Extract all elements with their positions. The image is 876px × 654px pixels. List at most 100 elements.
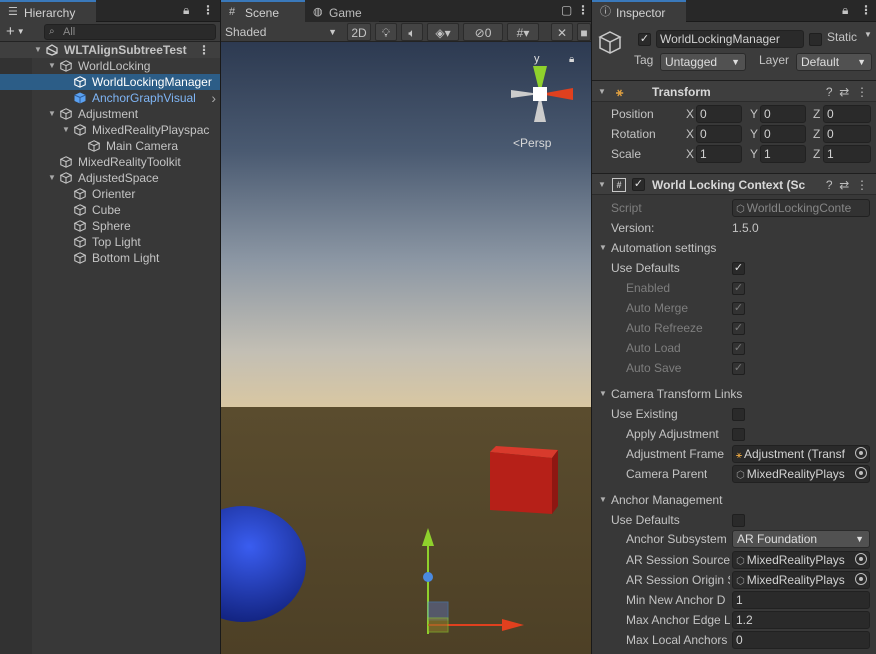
hierarchy-item[interactable]: Cube	[0, 202, 220, 218]
active-checkbox[interactable]: ✓	[638, 33, 651, 46]
more-menu-icon[interactable]: ⋮	[860, 3, 872, 17]
tab-inspector[interactable]: ⓘ Inspector	[592, 0, 686, 22]
add-object-button[interactable]: + ▼	[6, 22, 25, 43]
max-local-anchors-field[interactable]: 0	[732, 631, 870, 649]
hierarchy-item[interactable]: ▼ WorldLocking	[0, 58, 220, 74]
projection-toggle[interactable]: <Persp	[513, 136, 551, 150]
tools-icon[interactable]: ✕	[551, 23, 573, 41]
hierarchy-search-input[interactable]: ⌕ All	[44, 24, 216, 40]
transform-position-z-input[interactable]: 0	[823, 105, 871, 123]
fold-down-icon[interactable]: ▼	[599, 384, 607, 404]
tab-hierarchy[interactable]: ☰ Hierarchy	[0, 0, 96, 22]
presets-icon[interactable]: ⇄	[839, 178, 849, 192]
hierarchy-item[interactable]: Sphere	[0, 218, 220, 234]
fold-down-icon[interactable]: ▼	[48, 58, 58, 74]
component-enabled-checkbox[interactable]: ✓	[632, 178, 645, 191]
transform-position-x-input[interactable]: 0	[696, 105, 742, 123]
help-icon[interactable]: ?	[826, 178, 833, 192]
anchor-subsystem-dropdown[interactable]: AR Foundation ▼	[732, 530, 870, 548]
open-prefab-arrow-icon[interactable]: ›	[211, 90, 216, 106]
hierarchy-item[interactable]: ▼ AdjustedSpace	[0, 170, 220, 186]
transform-rotation-x-input[interactable]: 0	[696, 125, 742, 143]
anchor-management-row[interactable]: ▼ Anchor Management	[592, 490, 876, 510]
max-anchor-edge-length-field[interactable]: 1.2	[732, 611, 870, 629]
world-locking-context-header[interactable]: ▼ # ✓ World Locking Context (Sc ? ⇄ ⋮	[592, 173, 876, 195]
hierarchy-item[interactable]: WorldLockingManager	[0, 74, 220, 90]
scene-viewport[interactable]: y 🔒︎ <Persp	[221, 42, 591, 654]
script-icon: #	[612, 178, 626, 192]
static-checkbox[interactable]	[809, 33, 822, 46]
hidden-objects-toggle[interactable]: ⊘0	[463, 23, 503, 41]
fold-down-icon[interactable]: ▼	[599, 238, 607, 258]
transform-scale-x-input[interactable]: 1	[696, 145, 742, 163]
object-picker-icon[interactable]	[855, 573, 867, 585]
tab-game[interactable]: ◍ Game	[305, 0, 379, 22]
use-defaults-checkbox[interactable]: ✓	[732, 262, 745, 275]
object-picker-icon[interactable]	[855, 553, 867, 565]
viewport-lock-icon[interactable]: 🔒︎	[569, 54, 574, 65]
more-menu-icon[interactable]: ⋮	[856, 178, 868, 192]
hierarchy-item[interactable]: Orienter	[0, 186, 220, 202]
fold-down-icon[interactable]: ▼	[599, 490, 607, 510]
sphere-object[interactable]	[221, 502, 311, 627]
fold-down-icon[interactable]: ▼	[48, 106, 58, 122]
automation-settings-row[interactable]: ▼ Automation settings	[592, 238, 876, 258]
chevron-down-icon[interactable]: ▼	[864, 30, 872, 39]
transform-position-y-input[interactable]: 0	[760, 105, 806, 123]
transform-scale-z-input[interactable]: 1	[823, 145, 871, 163]
fold-down-icon[interactable]: ▼	[62, 122, 72, 138]
adjustment-frame-field[interactable]: ⚹ Adjustment (Transf	[732, 445, 870, 463]
use-existing-checkbox[interactable]	[732, 408, 745, 421]
hierarchy-item[interactable]: Top Light	[0, 234, 220, 250]
grid-snap-icon[interactable]: #▾	[507, 23, 539, 41]
camera-transform-links-row[interactable]: ▼ Camera Transform Links	[592, 384, 876, 404]
hierarchy-item[interactable]: ▼ MixedRealityPlayspac	[0, 122, 220, 138]
presets-icon[interactable]: ⇄	[839, 85, 849, 99]
camera-settings-icon[interactable]: ■	[577, 23, 591, 41]
hierarchy-item[interactable]: ▼ Adjustment	[0, 106, 220, 122]
max-local-anchors-label: Max Local Anchors	[626, 633, 728, 647]
maximize-icon[interactable]: ▢	[561, 3, 572, 17]
transform-component-header[interactable]: ▼ ⚹ Transform ? ⇄ ⋮	[592, 80, 876, 102]
object-picker-icon[interactable]	[855, 447, 867, 459]
more-menu-icon[interactable]: ⋮	[198, 42, 210, 58]
fold-down-icon[interactable]: ▼	[34, 42, 44, 58]
tab-scene[interactable]: # Scene	[221, 0, 305, 22]
move-gizmo[interactable]	[416, 522, 536, 642]
hierarchy-item[interactable]: Main Camera	[0, 138, 220, 154]
more-menu-icon[interactable]: ⋮	[856, 85, 868, 99]
help-icon[interactable]: ?	[826, 85, 833, 99]
hierarchy-item[interactable]: Bottom Light	[0, 250, 220, 266]
effects-toggle-icon[interactable]: ◈▾	[427, 23, 459, 41]
fold-down-icon[interactable]: ▼	[48, 170, 58, 186]
hierarchy-item[interactable]: MixedRealityToolkit	[0, 154, 220, 170]
ar-session-source-field[interactable]: ⬡ MixedRealityPlays	[732, 551, 870, 569]
more-menu-icon[interactable]: ⋮	[202, 3, 214, 17]
object-picker-icon[interactable]	[855, 467, 867, 479]
shading-mode-dropdown[interactable]: Shaded ▼	[223, 23, 341, 41]
tag-dropdown[interactable]: Untagged ▼	[660, 53, 746, 71]
transform-icon: ⚹	[616, 85, 624, 99]
more-menu-icon[interactable]: ⋮	[577, 3, 589, 17]
lighting-toggle-icon[interactable]: 💡︎	[375, 23, 397, 41]
ar-session-origin-field[interactable]: ⬡ MixedRealityPlays	[732, 571, 870, 589]
layer-dropdown[interactable]: Default ▼	[796, 53, 872, 71]
transform-rotation-z-input[interactable]: 0	[823, 125, 871, 143]
tab-game-label: Game	[329, 6, 362, 20]
min-new-anchor-distance-field[interactable]: 1	[732, 591, 870, 609]
cube-object[interactable]	[486, 442, 561, 517]
orientation-gizmo[interactable]: y	[507, 50, 577, 130]
list-icon: ☰	[8, 6, 18, 18]
audio-toggle-icon[interactable]: 🔈︎	[401, 23, 423, 41]
scene-root-row[interactable]: ▼ WLTAlignSubtreeTest ⋮	[0, 42, 220, 58]
2d-toggle-button[interactable]: 2D	[347, 23, 371, 41]
transform-rotation-y-input[interactable]: 0	[760, 125, 806, 143]
camera-parent-field[interactable]: ⬡ MixedRealityPlays	[732, 465, 870, 483]
apply-adjustment-checkbox[interactable]	[732, 428, 745, 441]
transform-scale-y-input[interactable]: 1	[760, 145, 806, 163]
object-name-input[interactable]: WorldLockingManager	[656, 30, 804, 48]
lock-icon[interactable]: 🔒︎	[183, 3, 189, 18]
anchor-use-defaults-checkbox[interactable]	[732, 514, 745, 527]
hierarchy-item[interactable]: AnchorGraphVisual ›	[0, 90, 220, 106]
lock-icon[interactable]: 🔒︎	[842, 3, 848, 18]
